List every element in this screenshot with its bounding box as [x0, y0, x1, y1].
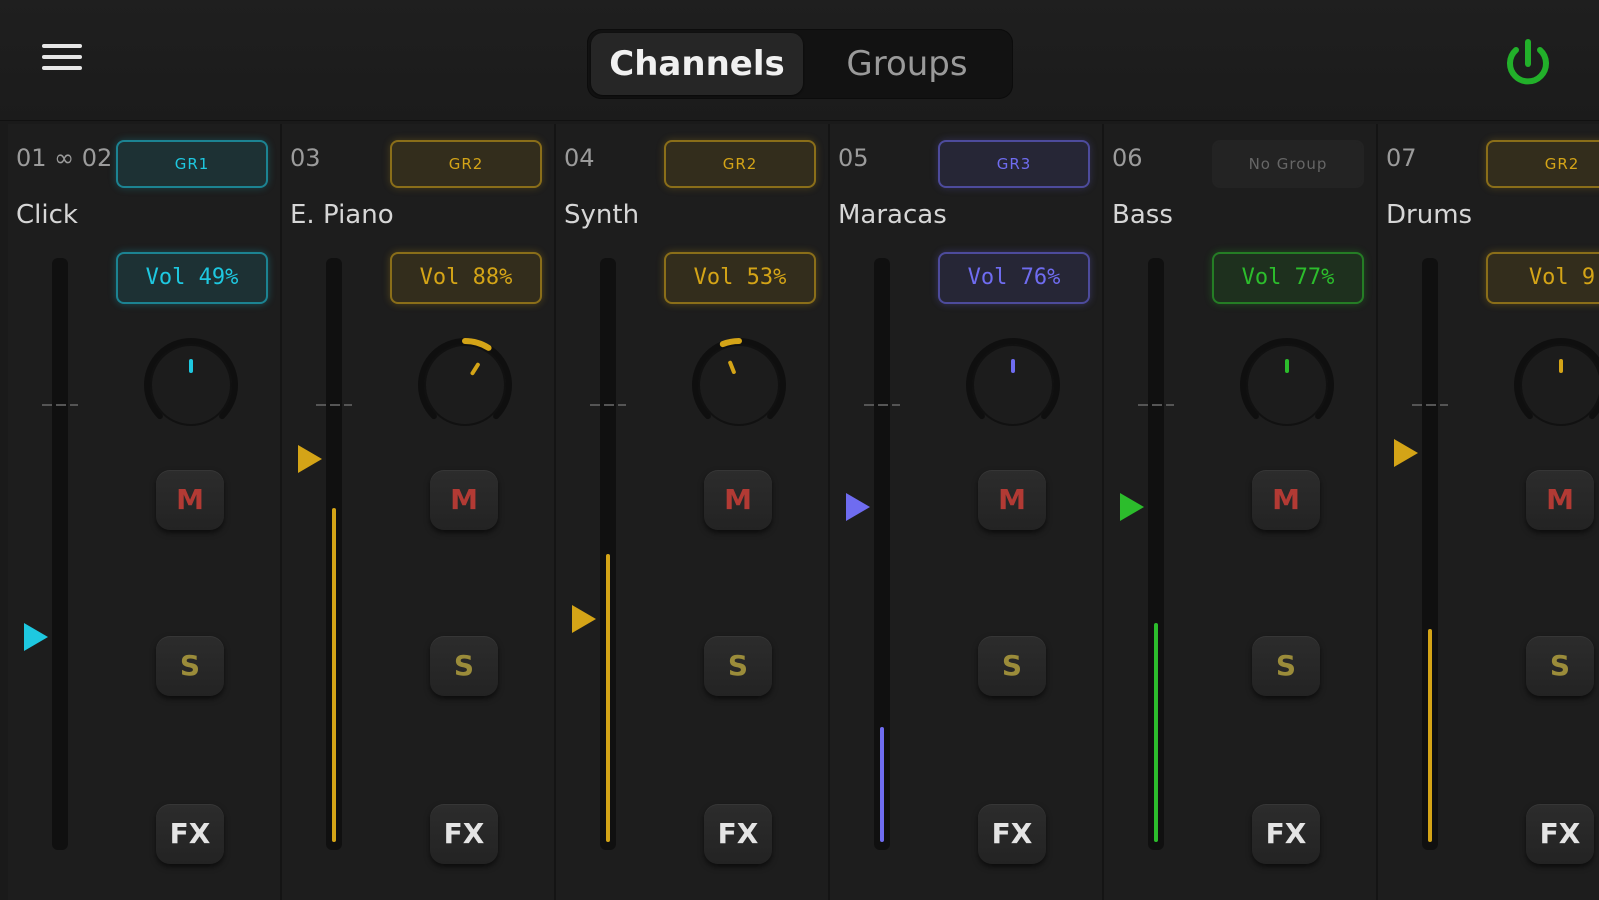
- unity-marker: [316, 404, 352, 406]
- channel-number: 04: [564, 144, 595, 172]
- group-badge[interactable]: GR3: [938, 140, 1090, 188]
- fader-handle[interactable]: [846, 492, 870, 521]
- channel-number: 07: [1386, 144, 1417, 172]
- pan-knob[interactable]: [1506, 330, 1599, 440]
- channel-number: 06: [1112, 144, 1143, 172]
- group-badge[interactable]: GR1: [116, 140, 268, 188]
- fader-track[interactable]: [600, 258, 616, 850]
- fader-handle[interactable]: [1394, 439, 1418, 468]
- knob-value-arc: [719, 338, 742, 348]
- tab-channels[interactable]: Channels: [591, 33, 803, 95]
- fx-button[interactable]: FX: [978, 804, 1046, 864]
- level-meter: [880, 727, 884, 842]
- group-badge[interactable]: GR2: [664, 140, 816, 188]
- fader-track[interactable]: [52, 258, 68, 850]
- mute-button[interactable]: M: [1252, 470, 1320, 530]
- fader-handle[interactable]: [1120, 492, 1144, 521]
- volume-readout: Vol 9: [1486, 252, 1599, 304]
- pan-knob[interactable]: [958, 330, 1068, 440]
- fader-track[interactable]: [1422, 258, 1438, 850]
- pan-knob[interactable]: [684, 330, 794, 440]
- group-badge[interactable]: GR2: [1486, 140, 1599, 188]
- level-meter: [332, 508, 336, 842]
- solo-button[interactable]: S: [978, 636, 1046, 696]
- channel-number: 01 ∞ 02: [16, 144, 113, 172]
- group-badge[interactable]: GR2: [390, 140, 542, 188]
- mute-button[interactable]: M: [978, 470, 1046, 530]
- group-badge[interactable]: No Group: [1212, 140, 1364, 188]
- fader-handle[interactable]: [572, 605, 596, 634]
- pan-knob[interactable]: [410, 330, 520, 440]
- channel-strip: 07 GR2 Drums Vol 9 M S FX: [1378, 124, 1599, 900]
- channel-strip: 05 GR3 Maracas Vol 76% M S FX: [830, 124, 1104, 900]
- level-meter: [606, 554, 610, 842]
- level-meter: [1428, 629, 1432, 842]
- mixer-app: Channels Groups 01 ∞ 02 GR1 Click Vol 49% M S…: [0, 0, 1599, 900]
- volume-readout: Vol 76%: [938, 252, 1090, 304]
- channel-name: Synth: [564, 200, 640, 230]
- top-bar: Channels Groups: [0, 0, 1599, 121]
- channel-strip: 01 ∞ 02 GR1 Click Vol 49% M S FX: [8, 124, 282, 900]
- fader-handle[interactable]: [298, 445, 322, 474]
- level-meter: [1154, 623, 1158, 842]
- mute-button[interactable]: M: [1526, 470, 1594, 530]
- fader-track[interactable]: [874, 258, 890, 850]
- view-switcher: Channels Groups: [587, 29, 1013, 99]
- solo-button[interactable]: S: [430, 636, 498, 696]
- solo-button[interactable]: S: [1526, 636, 1594, 696]
- fader-handle[interactable]: [24, 622, 48, 651]
- tab-groups[interactable]: Groups: [807, 33, 1007, 95]
- unity-marker: [1412, 404, 1448, 406]
- pan-knob[interactable]: [1232, 330, 1342, 440]
- pan-knob[interactable]: [136, 330, 246, 440]
- hamburger-menu-icon[interactable]: [42, 44, 82, 76]
- channel-number: 05: [838, 144, 869, 172]
- unity-marker: [590, 404, 626, 406]
- volume-readout: Vol 49%: [116, 252, 268, 304]
- channel-strip: 04 GR2 Synth Vol 53% M S FX: [556, 124, 830, 900]
- mute-button[interactable]: M: [156, 470, 224, 530]
- unity-marker: [1138, 404, 1174, 406]
- solo-button[interactable]: S: [156, 636, 224, 696]
- volume-readout: Vol 77%: [1212, 252, 1364, 304]
- fx-button[interactable]: FX: [430, 804, 498, 864]
- fx-button[interactable]: FX: [704, 804, 772, 864]
- fx-button[interactable]: FX: [1526, 804, 1594, 864]
- channel-name: Maracas: [838, 200, 947, 230]
- channel-name: Click: [16, 200, 78, 230]
- power-icon[interactable]: [1500, 36, 1556, 92]
- channel-number: 03: [290, 144, 321, 172]
- unity-marker: [42, 404, 78, 406]
- channel-name: Bass: [1112, 200, 1173, 230]
- channel-strips: 01 ∞ 02 GR1 Click Vol 49% M S FX 03 GR2 E. Piano V…: [8, 124, 1599, 900]
- fader-track[interactable]: [1148, 258, 1164, 850]
- fx-button[interactable]: FX: [1252, 804, 1320, 864]
- channel-name: E. Piano: [290, 200, 394, 230]
- volume-readout: Vol 88%: [390, 252, 542, 304]
- channel-strip: 03 GR2 E. Piano Vol 88% M S FX: [282, 124, 556, 900]
- fx-button[interactable]: FX: [156, 804, 224, 864]
- solo-button[interactable]: S: [704, 636, 772, 696]
- volume-readout: Vol 53%: [664, 252, 816, 304]
- fader-track[interactable]: [326, 258, 342, 850]
- channel-name: Drums: [1386, 200, 1473, 230]
- unity-marker: [864, 404, 900, 406]
- mute-button[interactable]: M: [430, 470, 498, 530]
- solo-button[interactable]: S: [1252, 636, 1320, 696]
- mute-button[interactable]: M: [704, 470, 772, 530]
- channel-strip: 06 No Group Bass Vol 77% M S FX: [1104, 124, 1378, 900]
